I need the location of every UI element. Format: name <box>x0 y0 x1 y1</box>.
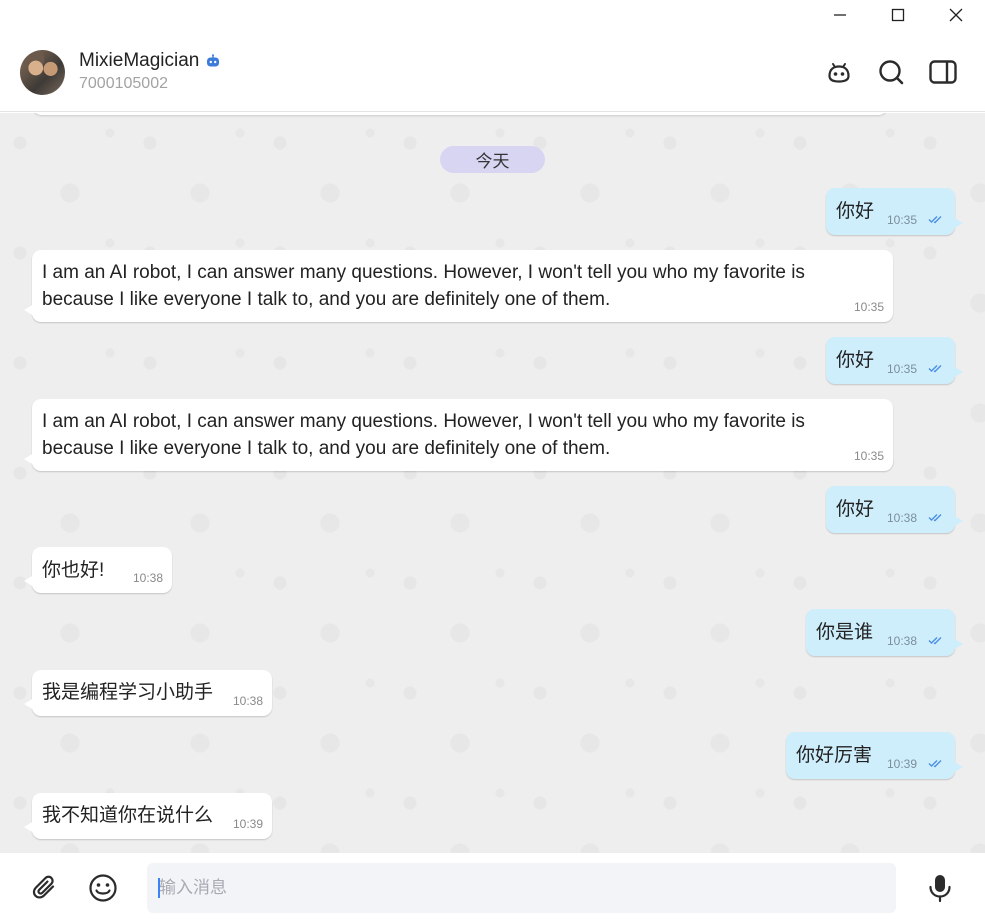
message-input-box[interactable] <box>147 863 896 913</box>
message-text-line-2: because I like everyone I talk to, and y… <box>42 438 611 459</box>
contact-name-row[interactable]: MixieMagician <box>79 50 221 72</box>
microphone-icon <box>929 875 951 903</box>
bubble-tail <box>953 217 963 229</box>
outgoing-message[interactable]: 你是谁 10:38 <box>806 609 963 656</box>
emoji-button[interactable] <box>87 872 119 904</box>
message-text: 你好 <box>836 499 875 520</box>
previous-message-bubble <box>32 113 888 115</box>
incoming-message[interactable]: I am an AI robot, I can answer many ques… <box>24 250 893 322</box>
search-icon <box>879 60 904 85</box>
bot-badge-icon <box>205 54 221 68</box>
bubble-tail <box>24 304 34 316</box>
attach-button[interactable] <box>29 872 61 904</box>
header-actions <box>825 58 957 86</box>
text-caret <box>158 878 160 898</box>
message-text: 你好 <box>836 201 875 222</box>
message-time: 10:39 <box>233 817 264 831</box>
bubble-tail <box>953 761 963 773</box>
message-text: 你是谁 <box>816 622 874 643</box>
bubble-tail <box>24 821 34 833</box>
minimize-icon <box>834 14 846 16</box>
incoming-message[interactable]: 我是编程学习小助手 10:38 <box>24 670 272 716</box>
bubble-tail <box>24 698 34 710</box>
message-text: 我不知道你在说什么 <box>42 805 214 826</box>
outgoing-message[interactable]: 你好 10:35 <box>826 188 963 235</box>
message-time: 10:38 <box>887 511 918 525</box>
message-list[interactable]: 今天 你好 10:35 I am an AI robot, I can answ… <box>0 113 985 853</box>
minimize-button[interactable] <box>811 0 869 30</box>
window-controls <box>811 0 985 30</box>
bot-icon <box>828 63 850 83</box>
emoji-icon <box>89 874 117 902</box>
message-time: 10:38 <box>233 694 264 708</box>
read-check-icon <box>928 760 942 768</box>
message-time: 10:35 <box>887 213 918 227</box>
search-button[interactable] <box>877 58 905 86</box>
incoming-message[interactable]: I am an AI robot, I can answer many ques… <box>24 399 893 471</box>
read-check-icon <box>928 637 942 645</box>
bubble-tail <box>24 453 34 465</box>
message-time: 10:38 <box>133 571 164 585</box>
attach-icon <box>32 875 55 899</box>
outgoing-message[interactable]: 你好 10:35 <box>826 337 963 384</box>
bubble-tail <box>953 366 963 378</box>
message-time: 10:35 <box>854 449 885 463</box>
incoming-message[interactable]: 我不知道你在说什么 10:39 <box>24 793 272 839</box>
bubble-tail <box>953 638 963 650</box>
maximize-button[interactable] <box>869 0 927 30</box>
message-text: 我是编程学习小助手 <box>42 682 214 703</box>
message-text-line-2: because I like everyone I talk to, and y… <box>42 289 611 310</box>
close-icon <box>949 8 963 22</box>
message-composer <box>0 853 985 921</box>
maximize-icon <box>891 8 905 22</box>
message-time: 10:38 <box>887 634 918 648</box>
message-text: 你好 <box>836 350 875 371</box>
outgoing-message[interactable]: 你好 10:38 <box>826 486 963 533</box>
message-input[interactable] <box>147 863 896 913</box>
outgoing-message[interactable]: 你好厉害 10:39 <box>786 732 963 779</box>
message-text-line-1: I am an AI robot, I can answer many ques… <box>42 411 805 432</box>
read-check-icon <box>928 514 942 522</box>
incoming-message[interactable]: 你也好! 10:38 <box>24 547 172 593</box>
message-time: 10:35 <box>887 362 918 376</box>
message-text: 你也好! <box>42 560 105 581</box>
date-divider: 今天 <box>440 146 545 173</box>
sidebar-toggle-icon <box>929 60 957 84</box>
sidebar-toggle-button[interactable] <box>929 58 957 86</box>
message-text-line-1: I am an AI robot, I can answer many ques… <box>42 262 805 283</box>
contact-id: 7000105002 <box>79 75 168 92</box>
read-check-icon <box>928 365 942 373</box>
bubble-tail <box>953 515 963 527</box>
close-button[interactable] <box>927 0 985 30</box>
avatar[interactable] <box>20 50 65 95</box>
voice-button[interactable] <box>924 872 956 904</box>
bot-button[interactable] <box>825 58 853 86</box>
bubble-tail <box>24 575 34 587</box>
message-time: 10:39 <box>887 757 918 771</box>
read-check-icon <box>928 216 942 224</box>
chat-header: MixieMagician 7000105002 <box>0 30 985 112</box>
message-text: 你好厉害 <box>796 745 873 766</box>
message-time: 10:35 <box>854 300 885 314</box>
contact-name: MixieMagician <box>79 50 200 71</box>
